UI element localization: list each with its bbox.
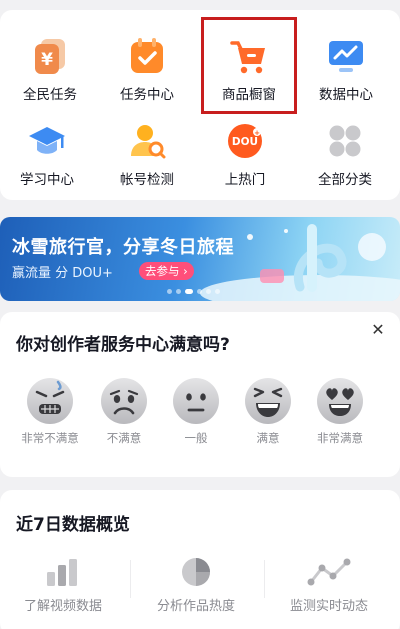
svg-text:+: + bbox=[254, 129, 260, 137]
survey-option-very-dissatisfied[interactable]: 非常不满意 bbox=[15, 376, 85, 446]
dissatisfied-face-icon bbox=[101, 378, 147, 424]
heart-eyes-face-icon bbox=[317, 378, 363, 424]
dou-plus-icon: DOU + bbox=[226, 122, 264, 160]
stat-realtime-monitor[interactable]: 监测实时动态 bbox=[274, 556, 384, 614]
banner-subtitle: 赢流量 分 DOU+ bbox=[12, 266, 113, 281]
service-label: 数据中心 bbox=[319, 87, 373, 103]
carousel-dot[interactable] bbox=[206, 289, 211, 294]
graduation-cap-icon bbox=[28, 122, 66, 160]
carousel-dot[interactable] bbox=[197, 289, 202, 294]
neutral-face-icon bbox=[173, 378, 219, 424]
service-task-center[interactable]: 任务中心 bbox=[97, 37, 197, 103]
task-calendar-icon bbox=[128, 37, 166, 75]
very-dissatisfied-face-icon bbox=[27, 378, 73, 424]
survey-option-very-satisfied[interactable]: 非常满意 bbox=[305, 376, 375, 446]
stat-label: 分析作品热度 bbox=[156, 599, 235, 614]
service-data-center[interactable]: 数据中心 bbox=[296, 37, 396, 103]
service-label: 上热门 bbox=[224, 172, 266, 188]
stat-label: 了解视频数据 bbox=[23, 599, 102, 614]
chart-monitor-icon bbox=[327, 37, 365, 75]
stat-label: 监测实时动态 bbox=[289, 599, 368, 614]
stats-card: 近7日数据概览 了解视频数据 分析作品热度 监测实时动态 bbox=[0, 490, 400, 629]
divider bbox=[264, 560, 265, 598]
service-all-categories[interactable]: 全部分类 bbox=[295, 122, 395, 188]
service-label: 全部分类 bbox=[318, 172, 372, 188]
carousel-dot-active[interactable] bbox=[185, 289, 193, 294]
service-go-trending[interactable]: DOU + 上热门 bbox=[195, 122, 295, 188]
survey-option-neutral[interactable]: 一般 bbox=[161, 376, 231, 446]
carousel-dot[interactable] bbox=[215, 289, 220, 294]
grid-icon bbox=[326, 122, 364, 160]
survey-option-label: 不满意 bbox=[106, 431, 142, 445]
service-label: 学习中心 bbox=[20, 172, 74, 188]
chevron-right-icon: › bbox=[183, 264, 188, 278]
divider bbox=[130, 560, 131, 598]
stat-work-heat[interactable]: 分析作品热度 bbox=[141, 556, 251, 614]
carousel-dots bbox=[167, 289, 227, 297]
service-label: 全民任务 bbox=[23, 87, 77, 103]
carousel-dot[interactable] bbox=[167, 289, 172, 294]
banner-title: 冰雪旅行官，分享冬日旅程 bbox=[12, 237, 234, 258]
survey-option-label: 非常满意 bbox=[317, 431, 363, 445]
service-learning-center[interactable]: 学习中心 bbox=[0, 122, 97, 188]
svg-text:DOU: DOU bbox=[232, 136, 258, 148]
satisfied-face-icon bbox=[245, 378, 291, 424]
survey-option-label: 非常不满意 bbox=[21, 431, 79, 445]
service-quanmin-task[interactable]: ¥ 全民任务 bbox=[0, 37, 100, 103]
pie-chart-icon bbox=[182, 558, 210, 586]
close-icon[interactable]: ✕ bbox=[370, 322, 386, 338]
survey-card: 你对创作者服务中心满意吗? ✕ 非常不满意 不满意 一般 满意 非常满意 bbox=[0, 312, 400, 477]
survey-option-dissatisfied[interactable]: 不满意 bbox=[89, 376, 159, 446]
survey-option-label: 一般 bbox=[184, 431, 208, 445]
services-card: ¥ 全民任务 任务中心 商品橱窗 数据中心 学习中心 帐号检测 DOU + 上热… bbox=[0, 10, 400, 200]
line-trend-icon bbox=[307, 558, 351, 586]
service-label: 帐号检测 bbox=[120, 172, 174, 188]
service-account-check[interactable]: 帐号检测 bbox=[97, 122, 197, 188]
carousel-dot[interactable] bbox=[176, 289, 181, 294]
survey-title: 你对创作者服务中心满意吗? bbox=[16, 335, 230, 355]
bar-chart-icon bbox=[47, 559, 77, 586]
stats-title: 近7日数据概览 bbox=[16, 515, 130, 535]
yuan-coin-icon: ¥ bbox=[31, 37, 69, 75]
banner-cta-label: 去参与 bbox=[145, 264, 180, 278]
account-check-icon bbox=[128, 122, 166, 160]
highlight-box bbox=[201, 17, 297, 114]
banner-cta-button[interactable]: 去参与 › bbox=[139, 262, 194, 280]
survey-option-label: 满意 bbox=[256, 431, 280, 445]
svg-text:¥: ¥ bbox=[41, 50, 53, 70]
service-label: 任务中心 bbox=[120, 87, 174, 103]
survey-option-satisfied[interactable]: 满意 bbox=[233, 376, 303, 446]
stat-video-data[interactable]: 了解视频数据 bbox=[8, 556, 118, 614]
